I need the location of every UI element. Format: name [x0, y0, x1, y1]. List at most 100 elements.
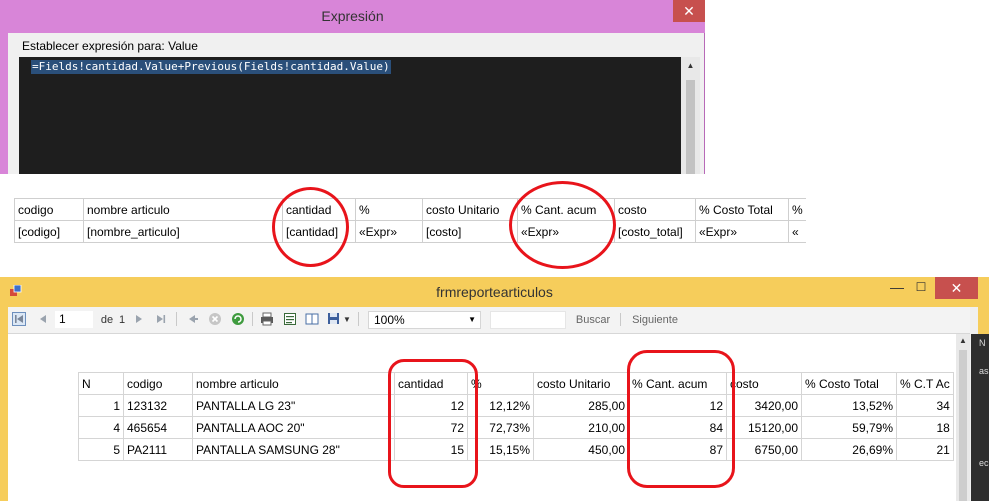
next-page-icon[interactable] [132, 312, 146, 326]
report-header-cell: % Costo Total [801, 372, 897, 395]
print-layout-icon[interactable] [283, 312, 297, 326]
report-cell: PANTALLA LG 23" [192, 394, 395, 417]
first-page-icon[interactable] [12, 312, 26, 326]
background-window-strip [971, 334, 989, 501]
report-cell: 59,79% [801, 416, 897, 439]
report-form-close-button[interactable]: ✕ [935, 277, 978, 299]
print-icon[interactable] [260, 312, 274, 326]
expression-editor[interactable] [19, 57, 700, 174]
report-cell: 26,69% [801, 438, 897, 461]
expression-close-button[interactable]: ✕ [673, 0, 705, 22]
chevron-down-icon: ▼ [468, 315, 476, 324]
design-header-cell[interactable]: % Cant. acum [517, 198, 615, 221]
app-icon [10, 285, 22, 296]
report-cell: 123132 [123, 394, 193, 417]
report-cell: 12 [628, 394, 727, 417]
report-cell: 72 [394, 416, 468, 439]
scroll-up-icon[interactable]: ▲ [681, 61, 700, 70]
page-setup-icon[interactable] [305, 312, 319, 326]
design-header-cell[interactable]: cantidad [282, 198, 356, 221]
form-left-frame [0, 307, 8, 501]
design-header-cell[interactable]: nombre articulo [83, 198, 283, 221]
design-field-cell[interactable]: [cantidad] [282, 220, 356, 243]
report-cell: 21 [896, 438, 954, 461]
back-icon[interactable] [186, 312, 200, 326]
refresh-icon[interactable] [231, 312, 245, 326]
report-cell: 87 [628, 438, 727, 461]
report-cell: 5 [78, 438, 124, 461]
page-of-label: de [100, 314, 114, 326]
expression-scroll-thumb[interactable] [686, 80, 695, 174]
toolbar-separator [620, 313, 621, 326]
total-pages: 1 [118, 314, 126, 326]
design-field-cell[interactable]: « [787, 220, 806, 243]
report-header-cell: % C.T Ac [896, 372, 954, 395]
report-header-cell: N [78, 372, 124, 395]
search-button[interactable]: Buscar [572, 311, 614, 329]
search-input[interactable] [490, 311, 566, 329]
report-header-cell: costo [726, 372, 802, 395]
strip-text: N [979, 338, 986, 348]
stop-icon[interactable] [208, 312, 222, 326]
report-cell: 18 [896, 416, 954, 439]
expression-left-frame [0, 33, 8, 174]
scroll-up-icon[interactable]: ▲ [956, 336, 970, 345]
report-cell: 450,00 [533, 438, 629, 461]
report-cell: 3420,00 [726, 394, 802, 417]
toolbar-separator [176, 312, 177, 326]
design-header-cell[interactable]: costo [614, 198, 696, 221]
design-header-cell[interactable]: % [787, 198, 806, 221]
export-dropdown-arrow[interactable]: ▼ [342, 311, 352, 329]
report-cell: 465654 [123, 416, 193, 439]
report-cell: 12 [394, 394, 468, 417]
report-header-cell: % [467, 372, 534, 395]
design-field-cell[interactable]: «Expr» [355, 220, 423, 243]
design-header-cell[interactable]: % [355, 198, 423, 221]
design-field-cell[interactable]: [costo_total] [614, 220, 696, 243]
design-field-cell[interactable]: [costo] [422, 220, 518, 243]
report-cell: 15120,00 [726, 416, 802, 439]
report-cell: 34 [896, 394, 954, 417]
report-cell: 1 [78, 394, 124, 417]
toolbar-separator [358, 312, 359, 326]
toolbar-separator [252, 312, 253, 326]
design-header-cell[interactable]: costo Unitario [422, 198, 518, 221]
report-cell: PANTALLA SAMSUNG 28" [192, 438, 395, 461]
last-page-icon[interactable] [154, 312, 168, 326]
table-row: 5 PA2111 PANTALLA SAMSUNG 28" 15 15,15% … [78, 438, 954, 461]
expression-target-label: Establecer expresión para: Value [22, 39, 198, 53]
export-icon[interactable] [327, 312, 341, 326]
report-cell: 15,15% [467, 438, 534, 461]
design-field-cell[interactable]: [nombre_articulo] [83, 220, 283, 243]
report-header-row: N codigo nombre articulo cantidad % cost… [78, 372, 954, 395]
report-cell: 72,73% [467, 416, 534, 439]
previous-page-icon[interactable] [36, 312, 50, 326]
minimize-button[interactable]: — [886, 277, 908, 299]
table-row: 4 465654 PANTALLA AOC 20" 72 72,73% 210,… [78, 416, 954, 439]
report-cell: PA2111 [123, 438, 193, 461]
report-header-cell: nombre articulo [192, 372, 395, 395]
table-row: 1 123132 PANTALLA LG 23" 12 12,12% 285,0… [78, 394, 954, 417]
zoom-select[interactable]: 100% ▼ [368, 311, 481, 329]
report-header-cell: cantidad [394, 372, 468, 395]
zoom-value: 100% [374, 313, 405, 327]
design-field-row: [codigo] [nombre_articulo] [cantidad] «E… [14, 220, 806, 243]
report-cell: 15 [394, 438, 468, 461]
design-field-cell[interactable]: «Expr» [517, 220, 615, 243]
report-design-table: codigo nombre articulo cantidad % costo … [14, 198, 806, 243]
design-field-cell[interactable]: «Expr» [695, 220, 789, 243]
page-number-input[interactable]: 1 [55, 311, 93, 328]
expression-text[interactable]: =Fields!cantidad.Value+Previous(Fields!c… [31, 60, 391, 74]
report-cell: 285,00 [533, 394, 629, 417]
design-header-cell[interactable]: % Costo Total [695, 198, 789, 221]
expression-dialog-title: Expresión [321, 8, 384, 24]
report-table: N codigo nombre articulo cantidad % cost… [78, 372, 954, 461]
design-header-cell[interactable]: codigo [14, 198, 84, 221]
report-header-cell: codigo [123, 372, 193, 395]
report-cell: 13,52% [801, 394, 897, 417]
report-scroll-thumb[interactable] [959, 350, 967, 501]
next-match-button[interactable]: Siguiente [627, 311, 683, 329]
design-field-cell[interactable]: [codigo] [14, 220, 84, 243]
maximize-button[interactable]: ☐ [910, 277, 932, 299]
report-form-title: frmreportearticulos [436, 284, 553, 300]
